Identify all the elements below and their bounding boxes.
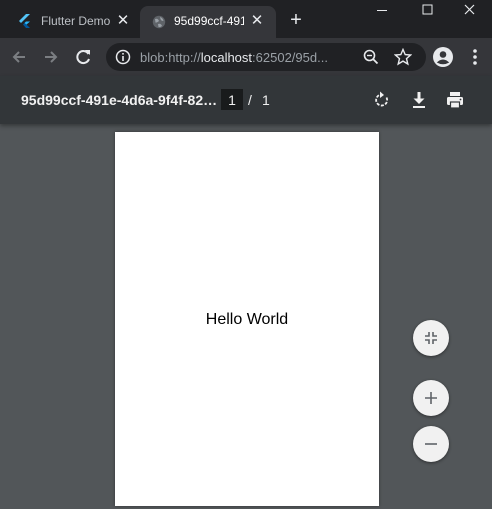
- minimize-icon[interactable]: [360, 0, 404, 22]
- tab-title: Flutter Demo: [41, 14, 111, 28]
- tab-pdf[interactable]: 95d99ccf-491 ✕: [140, 6, 276, 38]
- flutter-logo-icon: [18, 14, 32, 30]
- url-host: localhost: [200, 50, 253, 65]
- forward-arrow-icon[interactable]: [40, 46, 62, 68]
- total-pages: 1: [262, 92, 270, 108]
- download-icon[interactable]: [408, 89, 430, 111]
- zoom-in-button[interactable]: [413, 380, 449, 416]
- zoom-out-button[interactable]: [413, 426, 449, 462]
- pdf-page: Hello World: [115, 132, 379, 506]
- bookmark-star-icon[interactable]: [393, 47, 413, 66]
- globe-icon: [152, 15, 166, 29]
- fit-to-page-button[interactable]: [413, 320, 449, 356]
- close-tab-icon[interactable]: ✕: [250, 13, 264, 28]
- plus-icon: [425, 392, 437, 404]
- page-separator: /: [248, 92, 252, 108]
- print-icon[interactable]: [444, 89, 466, 111]
- tab-title: 95d99ccf-491: [174, 14, 244, 28]
- kebab-menu-icon[interactable]: [470, 47, 480, 67]
- minus-icon: [425, 443, 437, 445]
- url-rest: :62502/95d...: [252, 50, 328, 65]
- back-arrow-icon[interactable]: [8, 46, 30, 68]
- page-number-input[interactable]: [221, 89, 243, 110]
- profile-avatar-icon[interactable]: [432, 46, 454, 68]
- page-text: Hello World: [205, 311, 289, 328]
- maximize-icon[interactable]: [405, 0, 449, 22]
- url-text[interactable]: blob:http://localhost:62502/95d...: [140, 50, 350, 65]
- url-prefix: blob:http://: [140, 50, 201, 65]
- site-info-icon[interactable]: [115, 49, 131, 65]
- tab-flutter-demo[interactable]: Flutter Demo ✕: [8, 6, 136, 38]
- rotate-icon[interactable]: [371, 89, 393, 111]
- close-window-icon[interactable]: [448, 0, 492, 22]
- new-tab-button[interactable]: +: [286, 10, 306, 31]
- fit-to-page-icon: [425, 332, 437, 344]
- close-tab-icon[interactable]: ✕: [116, 13, 130, 28]
- pdf-title: 95d99ccf-491e-4d6a-9f4f-82d...: [21, 92, 221, 108]
- reload-icon[interactable]: [72, 46, 94, 68]
- zoom-icon[interactable]: [362, 48, 380, 66]
